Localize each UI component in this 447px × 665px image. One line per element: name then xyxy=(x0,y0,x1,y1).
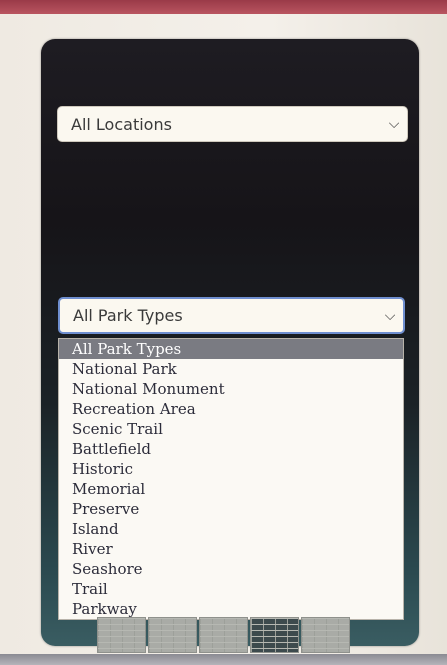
option-all-park-types[interactable]: All Park Types xyxy=(59,339,403,359)
option-historic[interactable]: Historic xyxy=(59,459,403,479)
thumbnail-strip xyxy=(97,617,357,653)
option-scenic-trail[interactable]: Scenic Trail xyxy=(59,419,403,439)
option-battlefield[interactable]: Battlefield xyxy=(59,439,403,459)
park-type-select-value: All Park Types xyxy=(73,306,183,325)
thumbnail[interactable] xyxy=(199,617,248,653)
option-island[interactable]: Island xyxy=(59,519,403,539)
chevron-down-icon: ⌵ xyxy=(384,307,396,324)
chevron-down-icon: ⌵ xyxy=(388,116,400,132)
option-seashore[interactable]: Seashore xyxy=(59,559,403,579)
option-memorial[interactable]: Memorial xyxy=(59,479,403,499)
thumbnail[interactable] xyxy=(250,617,299,653)
park-type-options-list[interactable]: All Park Types National Park National Mo… xyxy=(58,338,404,620)
option-national-monument[interactable]: National Monument xyxy=(59,379,403,399)
thumbnail[interactable] xyxy=(97,617,146,653)
option-recreation-area[interactable]: Recreation Area xyxy=(59,399,403,419)
option-river[interactable]: River xyxy=(59,539,403,559)
option-trail[interactable]: Trail xyxy=(59,579,403,599)
location-select-value: All Locations xyxy=(71,114,172,134)
location-select[interactable]: All Locations ⌵ xyxy=(57,106,408,142)
option-preserve[interactable]: Preserve xyxy=(59,499,403,519)
window-bottom-strip xyxy=(0,654,447,665)
thumbnail[interactable] xyxy=(148,617,197,653)
option-parkway[interactable]: Parkway xyxy=(59,599,403,619)
window-top-strip xyxy=(0,0,447,14)
thumbnail[interactable] xyxy=(301,617,350,653)
option-national-park[interactable]: National Park xyxy=(59,359,403,379)
park-type-select[interactable]: All Park Types ⌵ xyxy=(58,297,405,334)
